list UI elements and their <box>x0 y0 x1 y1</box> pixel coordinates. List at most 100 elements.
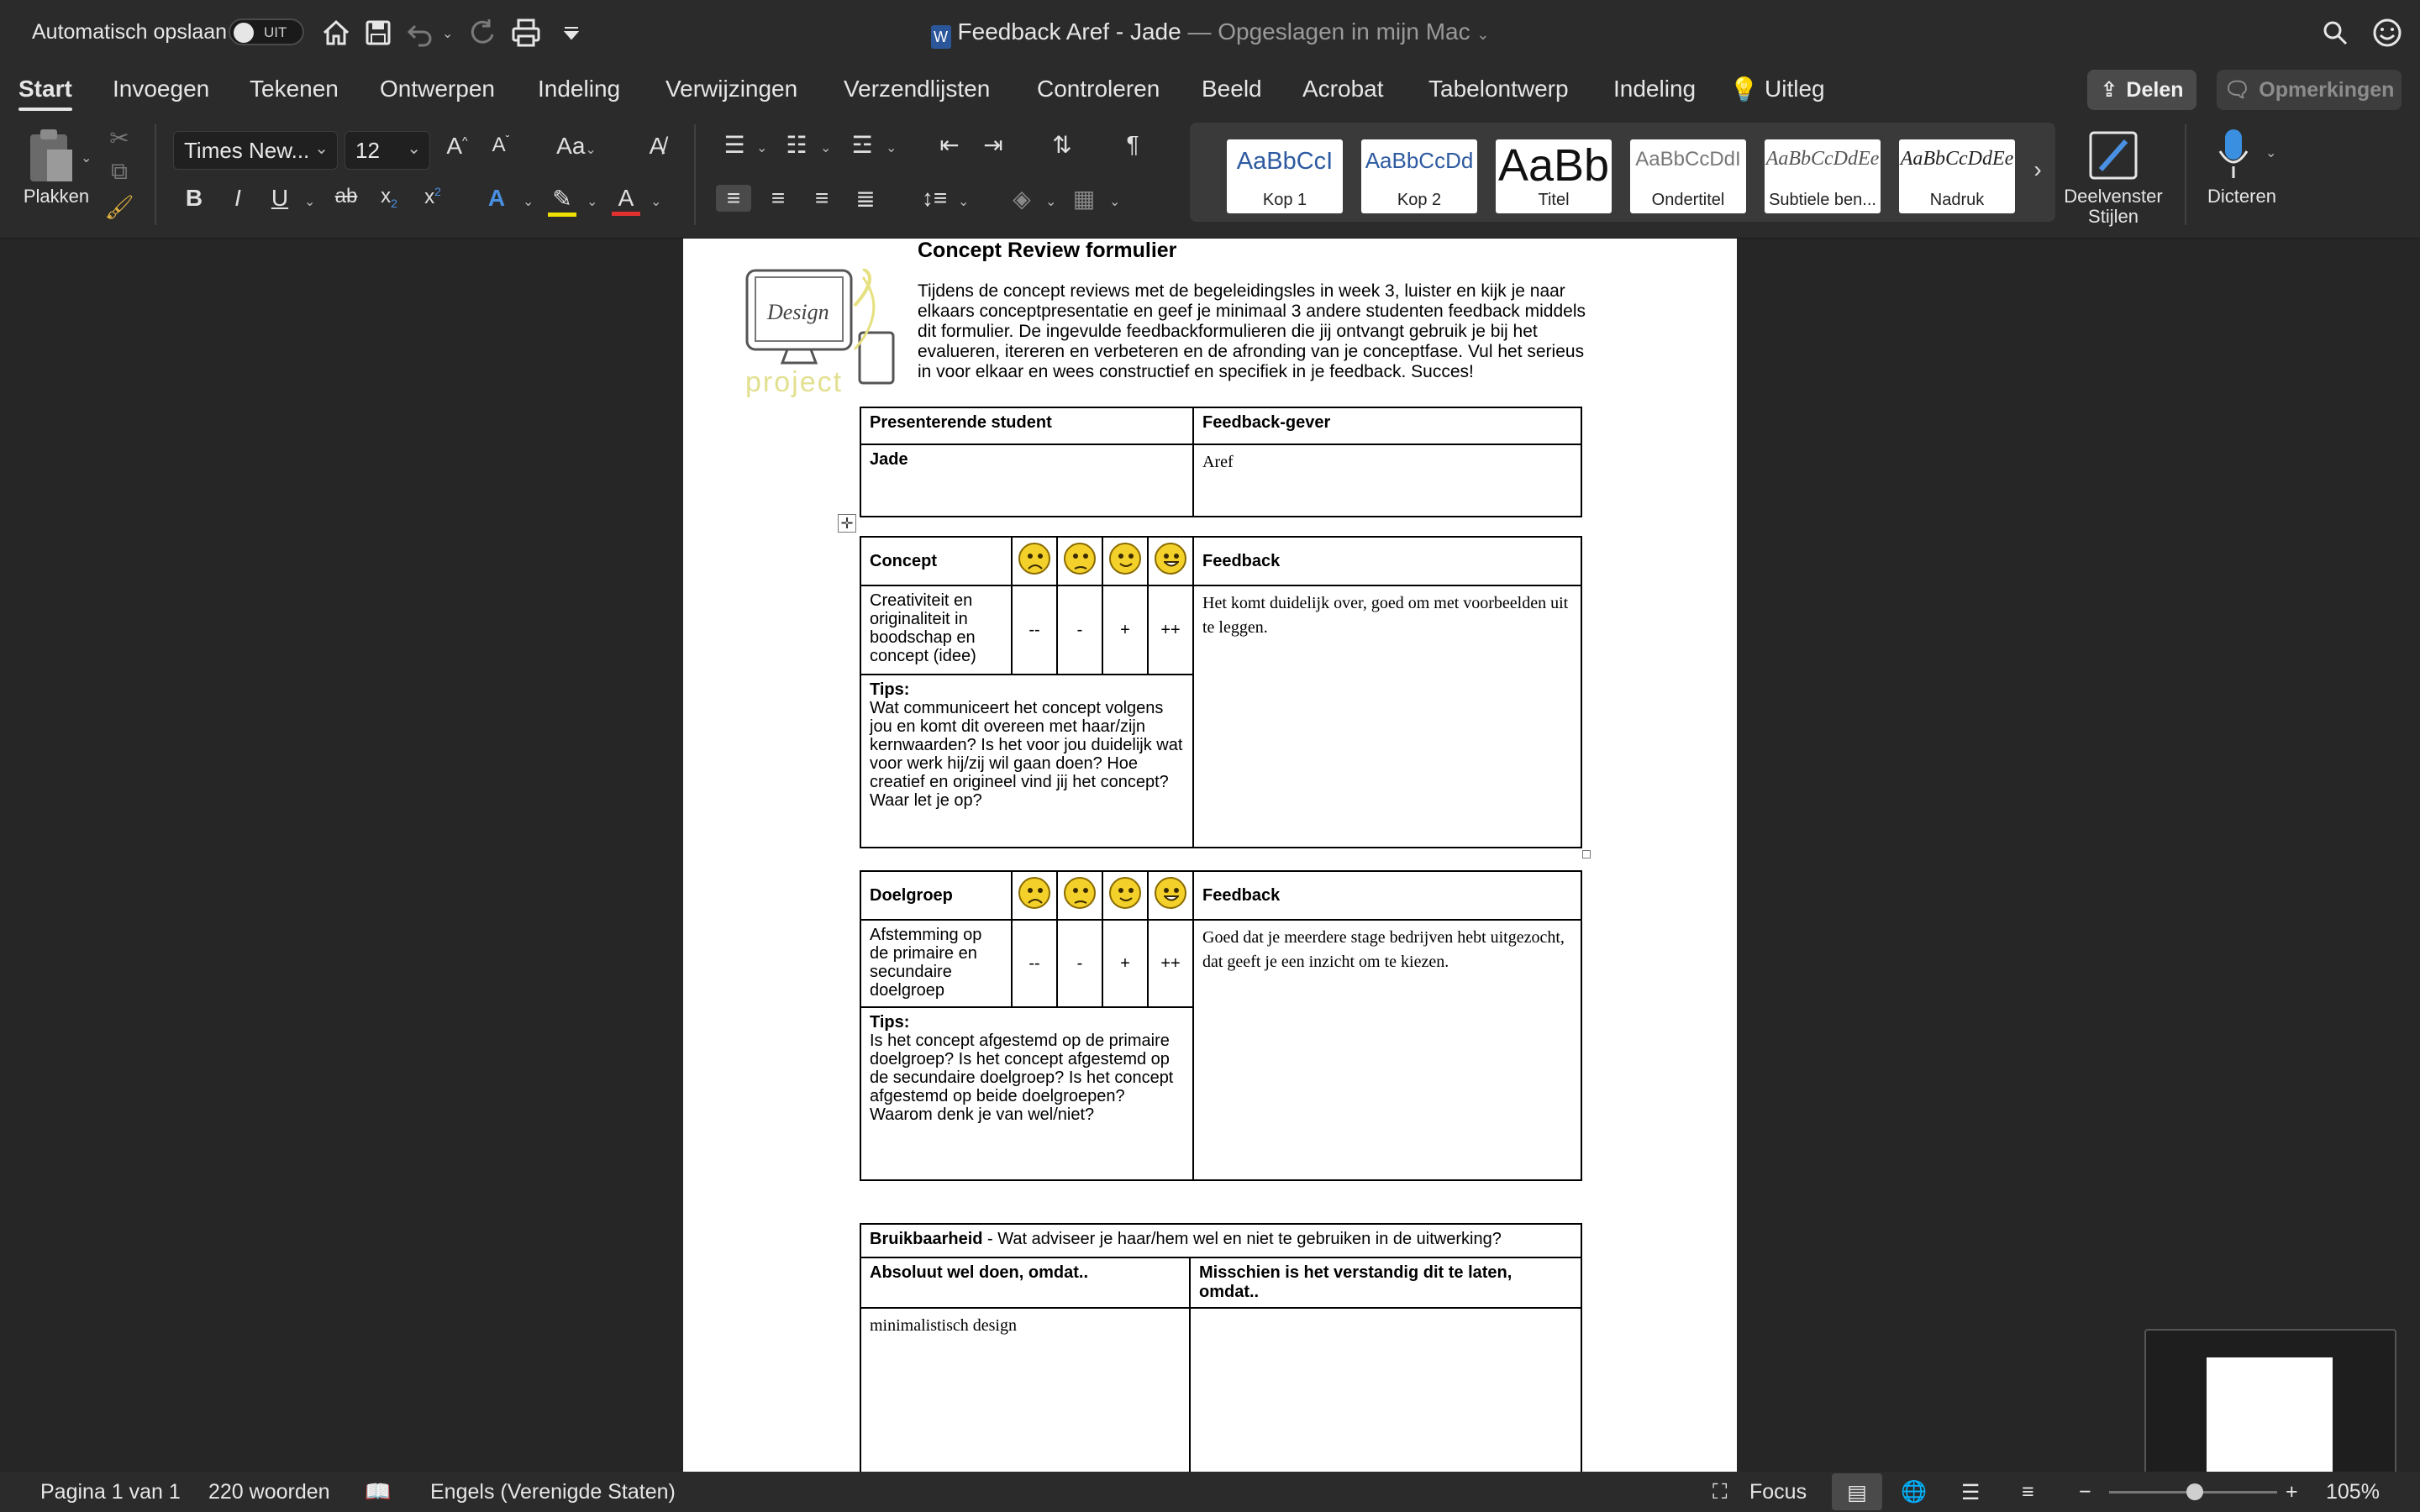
bold-icon[interactable]: B <box>180 185 208 212</box>
document-title[interactable]: W Feedback Aref - Jade — Opgeslagen in mi… <box>0 18 2420 49</box>
scale-negative[interactable]: - <box>1056 585 1103 675</box>
align-left-icon[interactable]: ≡ <box>716 185 751 212</box>
zoom-slider-thumb[interactable] <box>2186 1483 2203 1500</box>
word-count[interactable]: 220 woorden <box>208 1480 330 1504</box>
line-spacing-dropdown-icon[interactable]: ⌄ <box>958 193 969 210</box>
page-count[interactable]: Pagina 1 van 1 <box>40 1480 181 1504</box>
page-thumbnail-preview[interactable] <box>2144 1329 2396 1490</box>
zoom-slider[interactable] <box>2109 1483 2277 1500</box>
style-nadruk[interactable]: AaBbCcDdEe Nadruk <box>1899 139 2015 213</box>
tab-tabelontwerp[interactable]: Tabelontwerp <box>1428 76 1569 102</box>
scale-very-positive[interactable]: ++ <box>1147 919 1194 1008</box>
tab-controleren[interactable]: Controleren <box>1037 76 1160 102</box>
focus-label[interactable]: Focus <box>1749 1480 1807 1504</box>
smiley-happy-icon[interactable] <box>1102 870 1149 921</box>
borders-icon[interactable]: ▦ <box>1067 185 1101 213</box>
smiley-very-sad-icon[interactable] <box>1011 536 1058 586</box>
search-icon[interactable] <box>2321 18 2349 47</box>
grow-font-icon[interactable]: A^ <box>440 133 474 160</box>
superscript-icon[interactable]: x2 <box>418 185 447 209</box>
shading-icon[interactable]: ◈ <box>1005 185 1039 213</box>
smiley-happy-icon[interactable] <box>1102 536 1149 586</box>
zoom-in-icon[interactable]: + <box>2286 1480 2298 1504</box>
scale-very-negative[interactable]: -- <box>1011 585 1058 675</box>
zoom-out-icon[interactable]: − <box>2079 1480 2091 1504</box>
line-spacing-icon[interactable]: ↕≡ <box>918 185 951 212</box>
usability-dont-cell[interactable] <box>1189 1307 1582 1472</box>
tab-indeling-table[interactable]: Indeling <box>1613 76 1696 102</box>
document-page[interactable]: Design project Concept Review formulier … <box>683 239 1737 1472</box>
change-case-icon[interactable]: Aa⌄ <box>551 133 602 160</box>
smiley-very-happy-icon[interactable] <box>1147 870 1194 921</box>
draft-view-icon[interactable]: ≡ <box>2022 1480 2034 1504</box>
underline-icon[interactable]: U <box>266 185 294 212</box>
tab-invoegen[interactable]: Invoegen <box>113 76 209 102</box>
presenter-cell[interactable]: Jade <box>860 444 1194 517</box>
numbering-dropdown-icon[interactable]: ⌄ <box>820 139 831 156</box>
usability-do-cell[interactable]: minimalistisch design <box>860 1307 1191 1472</box>
highlight-dropdown-icon[interactable]: ⌄ <box>587 193 597 210</box>
increase-indent-icon[interactable]: ⇥ <box>976 131 1010 159</box>
dictate-dropdown-icon[interactable]: ⌄ <box>2265 144 2276 161</box>
share-button[interactable]: ⇪ Delen <box>2087 70 2196 110</box>
clear-formatting-icon[interactable]: A̸ <box>640 133 674 160</box>
style-subtiele-benadrukking[interactable]: AaBbCcDdEe Subtiele ben... <box>1765 139 1881 213</box>
strikethrough-icon[interactable]: ab <box>329 185 363 208</box>
language-status[interactable]: Engels (Verenigde Staten) <box>430 1480 676 1504</box>
proofing-icon[interactable]: 📖 <box>365 1480 391 1504</box>
paste-icon[interactable] <box>24 128 77 186</box>
font-size-combo[interactable]: 12 ⌄ <box>345 131 430 170</box>
smiley-very-sad-icon[interactable] <box>1011 870 1058 921</box>
scale-very-negative[interactable]: -- <box>1011 919 1058 1008</box>
justify-icon[interactable]: ≣ <box>849 185 882 213</box>
sort-icon[interactable]: ⇅ <box>1045 131 1079 159</box>
target-feedback-cell[interactable]: Goed dat je meerdere stage bedrijven heb… <box>1192 919 1582 1181</box>
text-effects-dropdown-icon[interactable]: ⌄ <box>523 193 534 210</box>
scale-positive[interactable]: + <box>1102 919 1149 1008</box>
scale-very-positive[interactable]: ++ <box>1147 585 1194 675</box>
bullets-dropdown-icon[interactable]: ⌄ <box>756 139 767 156</box>
tab-uitleg[interactable]: Uitleg <box>1765 76 1825 102</box>
show-formatting-icon[interactable]: ¶ <box>1116 131 1150 158</box>
tab-start[interactable]: Start <box>18 76 72 111</box>
shading-dropdown-icon[interactable]: ⌄ <box>1045 193 1056 210</box>
giver-cell[interactable]: Aref <box>1192 444 1582 517</box>
tab-verwijzingen[interactable]: Verwijzingen <box>666 76 797 102</box>
format-painter-icon[interactable]: 🖌 <box>104 193 134 221</box>
tab-acrobat[interactable]: Acrobat <box>1302 76 1384 102</box>
text-effects-icon[interactable]: A <box>482 185 511 212</box>
smiley-feedback-icon[interactable] <box>2371 17 2403 49</box>
italic-icon[interactable]: I <box>224 185 252 212</box>
copy-icon[interactable]: ⧉ <box>104 158 134 186</box>
table-resize-handle[interactable] <box>1582 850 1591 858</box>
tab-beeld[interactable]: Beeld <box>1202 76 1262 102</box>
style-titel[interactable]: AaBb Titel <box>1496 139 1612 213</box>
focus-icon[interactable]: ⛶ <box>1712 1480 1728 1504</box>
smiley-sad-icon[interactable] <box>1056 870 1103 921</box>
comments-button[interactable]: 🗨 Opmerkingen <box>2217 70 2402 110</box>
align-right-icon[interactable]: ≡ <box>805 185 839 212</box>
tab-tekenen[interactable]: Tekenen <box>250 76 339 102</box>
style-kop-2[interactable]: AaBbCcDd Kop 2 <box>1361 139 1477 213</box>
underline-dropdown-icon[interactable]: ⌄ <box>304 193 315 210</box>
multilevel-dropdown-icon[interactable]: ⌄ <box>886 139 897 156</box>
shrink-font-icon[interactable]: Aˇ <box>484 133 518 157</box>
borders-dropdown-icon[interactable]: ⌄ <box>1109 193 1120 210</box>
align-center-icon[interactable]: ≡ <box>761 185 795 212</box>
microphone-icon[interactable] <box>2215 126 2252 185</box>
web-layout-icon[interactable]: 🌐 <box>1901 1480 1927 1504</box>
font-color-dropdown-icon[interactable]: ⌄ <box>650 193 661 210</box>
concept-feedback-cell[interactable]: Het komt duidelijk over, goed om met voo… <box>1192 585 1582 848</box>
tab-ontwerpen[interactable]: Ontwerpen <box>380 76 495 102</box>
smiley-sad-icon[interactable] <box>1056 536 1103 586</box>
styles-pane-icon[interactable] <box>2086 128 2141 183</box>
tab-verzendlijsten[interactable]: Verzendlijsten <box>844 76 990 102</box>
table-move-handle-icon[interactable]: ✛ <box>838 514 856 533</box>
tab-indeling[interactable]: Indeling <box>538 76 620 102</box>
zoom-level[interactable]: 105% <box>2326 1480 2380 1504</box>
numbering-icon[interactable]: ☷ <box>780 131 813 159</box>
bullets-icon[interactable]: ☰ <box>718 131 751 159</box>
decrease-indent-icon[interactable]: ⇤ <box>933 131 966 159</box>
cut-icon[interactable]: ✂ <box>104 124 134 152</box>
multilevel-list-icon[interactable]: ☲ <box>845 131 879 159</box>
